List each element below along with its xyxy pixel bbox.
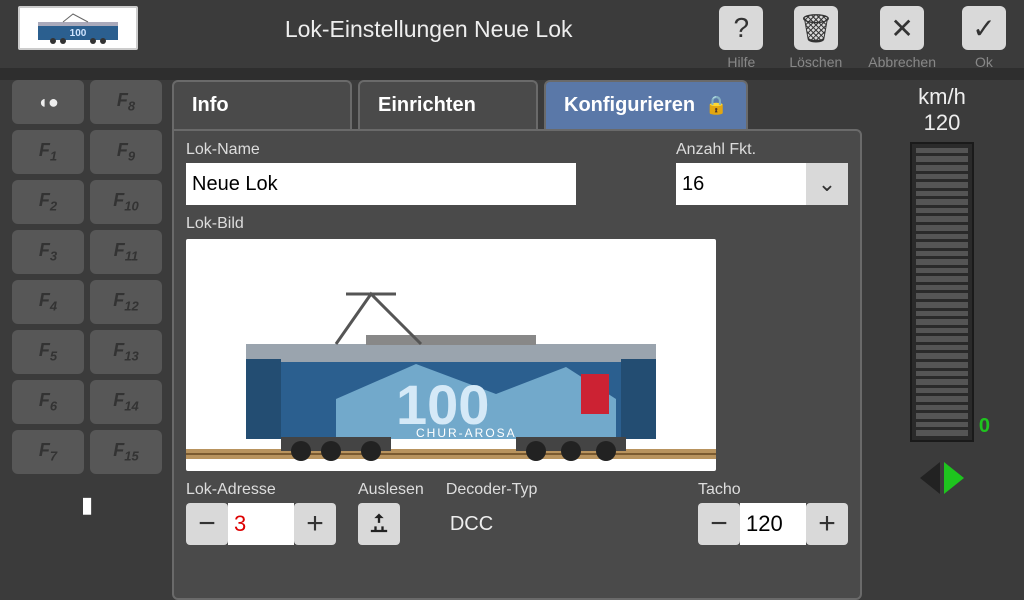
close-icon: ✕: [890, 12, 913, 45]
logo: 100: [18, 6, 138, 50]
trash-icon: 🗑: [798, 12, 834, 45]
delete-caption: Löschen: [789, 54, 842, 70]
delete-button[interactable]: 🗑: [794, 6, 838, 50]
fcount-input[interactable]: [676, 163, 806, 205]
svg-text:100: 100: [70, 28, 87, 39]
question-icon: ?: [734, 12, 750, 44]
fkey-f4[interactable]: F4: [12, 280, 84, 324]
check-icon: ✓: [972, 12, 995, 45]
fkey-f3[interactable]: F3: [12, 230, 84, 274]
tab-info[interactable]: Info: [172, 80, 352, 129]
help-caption: Hilfe: [727, 54, 755, 70]
fkey-f11[interactable]: F11: [90, 230, 162, 274]
svg-text:CHUR-AROSA: CHUR-AROSA: [416, 426, 517, 440]
addr-input[interactable]: [228, 503, 294, 545]
addr-plus-button[interactable]: +: [294, 503, 336, 545]
lok-name-label: Lok-Name: [186, 141, 576, 159]
fkey-f8[interactable]: F8: [90, 80, 162, 124]
fkey-f6[interactable]: F6: [12, 380, 84, 424]
fkey-f7[interactable]: F7: [12, 430, 84, 474]
tab-config[interactable]: Konfigurieren 🔒: [544, 80, 748, 129]
headlight-button[interactable]: ◖●: [12, 80, 84, 124]
speed-bar[interactable]: 0: [910, 142, 974, 442]
tacho-plus-button[interactable]: +: [806, 503, 848, 545]
fkey-f13[interactable]: F13: [90, 330, 162, 374]
plus-icon: +: [306, 507, 324, 541]
decoder-label: Decoder-Typ: [446, 481, 538, 499]
minus-icon: −: [710, 507, 728, 541]
read-label: Auslesen: [358, 481, 424, 499]
help-button[interactable]: ?: [719, 6, 763, 50]
direction-right-button[interactable]: [944, 462, 964, 494]
tacho-input[interactable]: [740, 503, 806, 545]
cancel-button[interactable]: ✕: [880, 6, 924, 50]
read-icon: [365, 510, 393, 538]
tacho-label: Tacho: [698, 481, 848, 499]
lok-name-input[interactable]: [186, 163, 576, 205]
chevron-down-icon: ⌄: [818, 171, 836, 197]
lok-image-label: Lok-Bild: [186, 215, 848, 233]
fkey-f10[interactable]: F10: [90, 180, 162, 224]
fkey-f12[interactable]: F12: [90, 280, 162, 324]
lock-icon: 🔒: [705, 95, 727, 116]
fcount-label: Anzahl Fkt.: [676, 141, 848, 159]
minus-icon: −: [198, 507, 216, 541]
tacho-minus-button[interactable]: −: [698, 503, 740, 545]
page-indicator: ▮: [12, 492, 162, 518]
decoder-value: DCC: [446, 503, 538, 545]
fkey-f14[interactable]: F14: [90, 380, 162, 424]
ok-button[interactable]: ✓: [962, 6, 1006, 50]
page-title: Lok-Einstellungen Neue Lok: [138, 16, 719, 43]
read-button[interactable]: [358, 503, 400, 545]
direction-left-button[interactable]: [920, 462, 940, 494]
plus-icon: +: [818, 507, 836, 541]
tab-setup[interactable]: Einrichten: [358, 80, 538, 129]
fkey-f9[interactable]: F9: [90, 130, 162, 174]
fkey-f5[interactable]: F5: [12, 330, 84, 374]
addr-minus-button[interactable]: −: [186, 503, 228, 545]
speed-unit: km/h: [918, 84, 966, 110]
lok-image[interactable]: 100 CHUR-AROSA: [186, 239, 716, 471]
speed-max: 120: [924, 110, 961, 136]
fkey-f1[interactable]: F1: [12, 130, 84, 174]
cancel-caption: Abbrechen: [868, 54, 936, 70]
speed-current: 0: [979, 415, 990, 438]
fkey-f2[interactable]: F2: [12, 180, 84, 224]
addr-label: Lok-Adresse: [186, 481, 336, 499]
headlight-icon: ◖●: [37, 92, 59, 113]
ok-caption: Ok: [975, 54, 993, 70]
fkey-f15[interactable]: F15: [90, 430, 162, 474]
fcount-dropdown[interactable]: ⌄: [806, 163, 848, 205]
config-panel: Lok-Name Anzahl Fkt. ⌄ Lok-Bild: [172, 129, 862, 600]
